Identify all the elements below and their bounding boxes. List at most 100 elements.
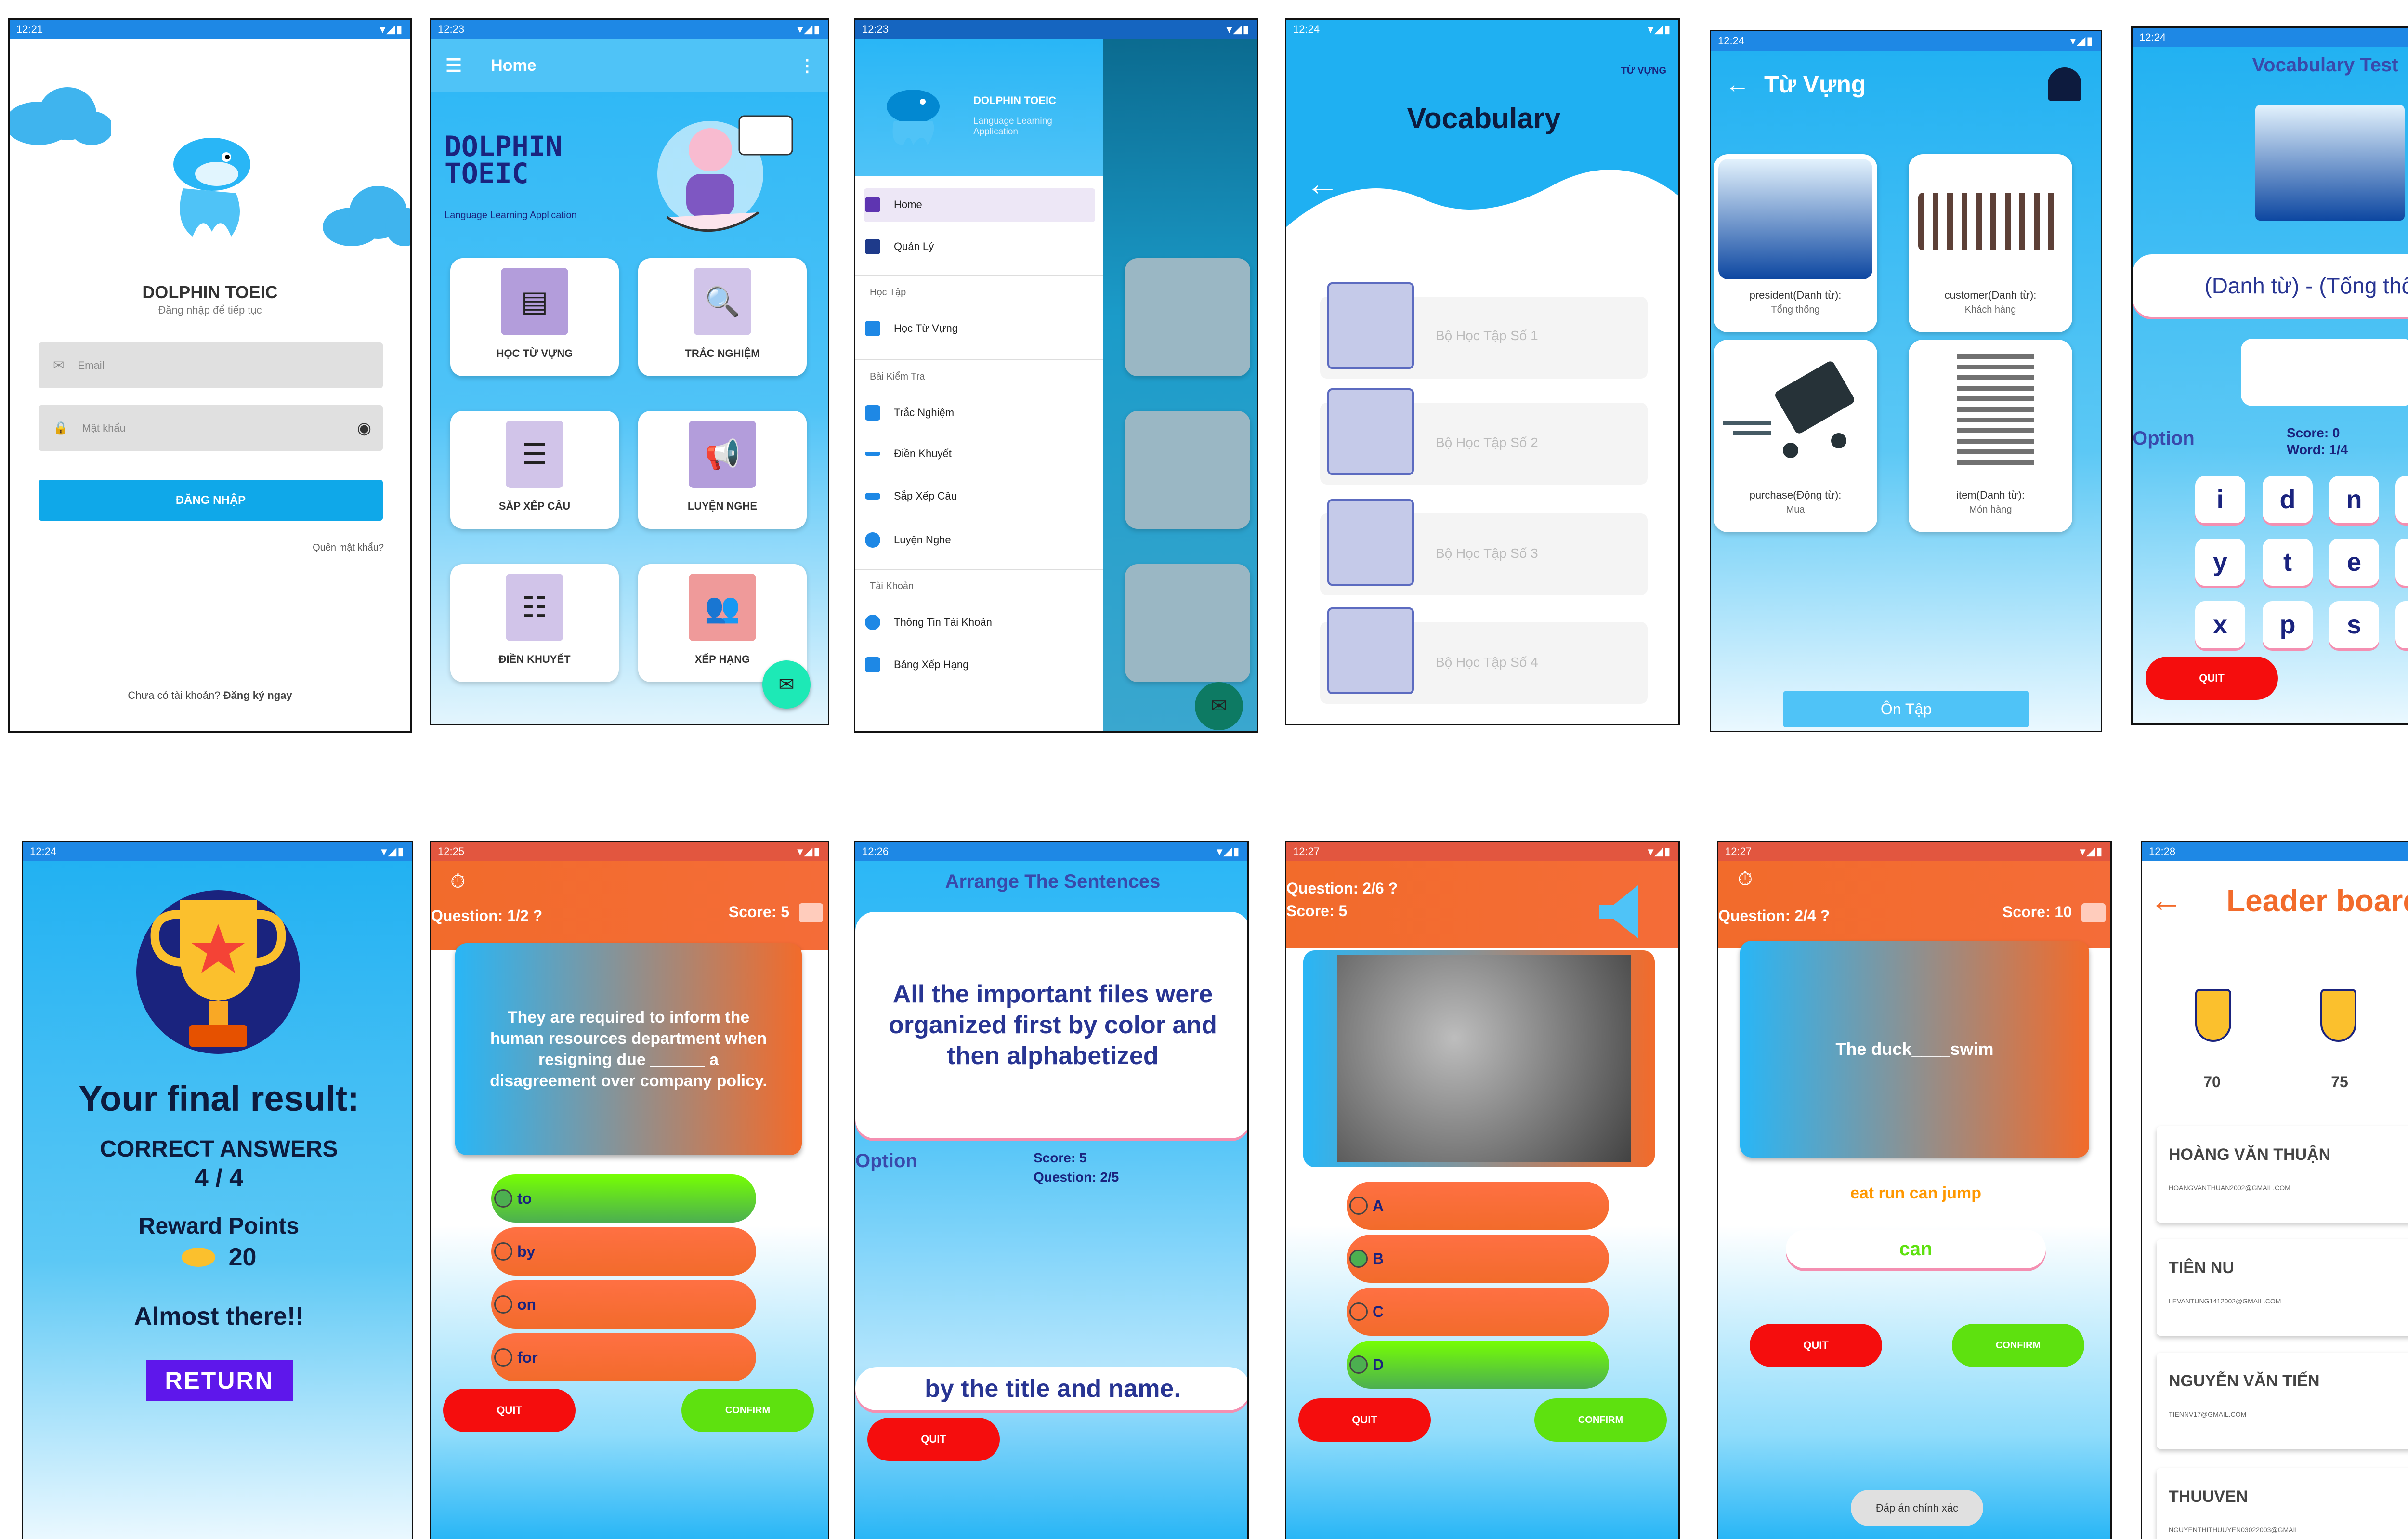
help-icon[interactable]: ?: [1820, 907, 1830, 924]
teacher-illustration-icon: [657, 115, 793, 232]
eye-icon[interactable]: ◉: [357, 419, 371, 438]
leaderboard-entry[interactable]: TIÊN NU LEVANTUNG1412002@GMAIL.COM 70: [2157, 1239, 2408, 1336]
speaker-icon[interactable]: [1590, 881, 1652, 943]
status-bar: 12:27 ▾◢▮: [1286, 842, 1678, 861]
word-card[interactable]: customer(Danh từ): Khách hàng: [1909, 154, 2072, 332]
correct-answers-value: 4 / 4: [194, 1164, 244, 1192]
logo-line-2: TOEIC: [445, 157, 529, 190]
arrange-tile-icon: ☰: [506, 421, 563, 488]
letter-tile[interactable]: s: [2329, 601, 2379, 648]
status-bar: 12:24▾◢▮: [1711, 31, 2101, 51]
status-time: 12:28: [2149, 845, 2176, 857]
menu-icon[interactable]: ☰: [445, 55, 462, 77]
quit-button[interactable]: QUIT: [2146, 657, 2278, 700]
question-card: They are required to inform the human re…: [455, 943, 802, 1155]
player-email: NGUYENTHITHUUYEN03022003@GMAIL: [2169, 1526, 2299, 1534]
set-label: Bộ Học Tập Số 4: [1436, 655, 1538, 670]
word-card[interactable]: president(Danh từ): Tổng thống: [1714, 154, 1877, 332]
drawer-item-manage[interactable]: Quản Lý: [865, 239, 934, 254]
quit-button[interactable]: QUIT: [867, 1418, 1000, 1461]
confirm-button[interactable]: CONFIRM: [1534, 1398, 1667, 1442]
divider: [855, 569, 1103, 570]
fill-icon: [865, 452, 880, 456]
register-link[interactable]: Đăng ký ngay: [223, 689, 292, 702]
password-field[interactable]: 🔒 Mật khẩu ◉: [39, 405, 383, 451]
drawer-item-profile[interactable]: Thông Tin Tài Khoản: [865, 615, 992, 630]
letter-tile[interactable]: p: [2263, 601, 2313, 648]
drawer-header: DOLPHIN TOEIC Language Learning Applicat…: [855, 39, 1103, 176]
word-image: [2255, 105, 2405, 221]
confirm-button[interactable]: CONFIRM: [681, 1389, 814, 1432]
answer-box[interactable]: by the title and name.: [855, 1367, 1247, 1410]
drawer-item-fill[interactable]: Điền Khuyết: [865, 447, 952, 460]
tile-fill[interactable]: ☷ ĐIỀN KHUYẾT: [450, 564, 619, 682]
answer-option[interactable]: D: [1347, 1341, 1609, 1389]
listening-screen: 12:27 ▾◢▮ Question: 2/6 ? Score: 5 A B C …: [1285, 841, 1680, 1539]
answer-option[interactable]: for: [491, 1333, 756, 1381]
letter-tile[interactable]: n: [2329, 476, 2379, 523]
drawer-item-listening[interactable]: Luyện Nghe: [865, 532, 951, 548]
review-button[interactable]: Ôn Tập: [1783, 691, 2029, 727]
tile-listening[interactable]: 📢 LUYỆN NGHE: [638, 411, 807, 529]
answer-option[interactable]: A: [1347, 1182, 1609, 1230]
status-bar: 12:24▾◢▮: [2133, 28, 2408, 47]
app-bar-title: Từ Vựng: [1764, 71, 1866, 98]
arrange-screen: 12:26 ▾◢▮ Arrange The Sentences All the i…: [854, 841, 1249, 1539]
answer-option[interactable]: on: [491, 1280, 756, 1329]
email-field[interactable]: ✉ Email: [39, 342, 383, 388]
back-arrow-icon[interactable]: ←: [1726, 70, 1750, 98]
player-name: NGUYỄN VĂN TIẾN: [2169, 1372, 2320, 1390]
tile-arrange[interactable]: ☰ SẮP XẾP CÂU: [450, 411, 619, 529]
tile-vocab[interactable]: ▤ HỌC TỪ VỰNG: [450, 258, 619, 376]
login-subtitle: Đăng nhập để tiếp tục: [158, 304, 262, 316]
return-button[interactable]: RETURN: [146, 1360, 293, 1401]
status-bar: 12:23 ▾◢▮: [431, 20, 828, 39]
letter-tile[interactable]: y: [2195, 539, 2245, 586]
app-name: DOLPHIN TOEIC: [142, 282, 278, 302]
help-icon[interactable]: ?: [1388, 880, 1398, 897]
back-arrow-icon[interactable]: ←: [1306, 164, 1339, 203]
login-button[interactable]: ĐĂNG NHẬP: [39, 480, 383, 521]
overflow-menu-icon[interactable]: ⋮: [798, 55, 816, 76]
back-arrow-icon[interactable]: ←: [2149, 881, 2183, 919]
letter-tile[interactable]: r: [2395, 539, 2408, 586]
word-card[interactable]: purchase(Động từ): Mua: [1714, 340, 1877, 532]
trophy-icon: [865, 657, 880, 672]
chat-fab[interactable]: ✉: [762, 660, 811, 709]
drawer-item-vocab[interactable]: Học Từ Vựng: [865, 321, 958, 336]
leaderboard-entry[interactable]: HOÀNG VĂN THUẬN HOANGVANTHUAN2002@GMAIL.…: [2157, 1126, 2408, 1223]
word-card[interactable]: item(Danh từ): Món hàng: [1909, 340, 2072, 532]
answer-option[interactable]: by: [491, 1227, 756, 1276]
tile-label: SẮP XẾP CÂU: [498, 500, 571, 512]
leaderboard-entry[interactable]: THUUVEN NGUYENTHITHUUYEN03022003@GMAIL 6…: [2157, 1468, 2408, 1539]
tile-label: TRẮC NGHIỆM: [685, 347, 760, 359]
letter-tile[interactable]: e: [2395, 476, 2408, 523]
letter-tile[interactable]: z: [2395, 601, 2408, 648]
letter-tile[interactable]: i: [2195, 476, 2245, 523]
help-icon[interactable]: ?: [533, 907, 543, 924]
tile-quiz[interactable]: 🔍 TRẮC NGHIỆM: [638, 258, 807, 376]
letter-tile[interactable]: d: [2263, 476, 2313, 523]
drawer-item-arrange[interactable]: Sắp Xếp Câu: [865, 490, 957, 502]
quit-button[interactable]: QUIT: [1298, 1398, 1431, 1442]
account-icon[interactable]: [2048, 67, 2081, 101]
answer-box[interactable]: can: [1786, 1230, 2046, 1268]
drawer-item-leaderboard[interactable]: Bảng Xếp Hạng: [865, 657, 968, 672]
letter-tile[interactable]: t: [2263, 539, 2313, 586]
email-placeholder: Email: [78, 359, 105, 371]
answer-option[interactable]: C: [1347, 1288, 1609, 1336]
confirm-button[interactable]: CONFIRM: [1952, 1324, 2084, 1367]
letter-tile[interactable]: e: [2329, 539, 2379, 586]
timer-icon: ⏱: [450, 871, 466, 892]
letter-tile[interactable]: x: [2195, 601, 2245, 648]
quit-button[interactable]: QUIT: [1750, 1324, 1882, 1367]
leaderboard-entry[interactable]: NGUYỄN VĂN TIẾN TIENNV17@GMAIL.COM 65: [2157, 1353, 2408, 1449]
quit-button[interactable]: QUIT: [443, 1389, 576, 1432]
forgot-password-link[interactable]: Quên mật khẩu?: [313, 542, 384, 553]
answer-option[interactable]: B: [1347, 1235, 1609, 1283]
app-bar-title: Home: [491, 56, 537, 75]
answer-option[interactable]: to: [491, 1174, 756, 1223]
answer-input[interactable]: [2241, 339, 2408, 406]
drawer-item-quiz[interactable]: Trắc Nghiệm: [865, 405, 954, 421]
word-choices: eat run can jump: [1850, 1184, 1982, 1202]
